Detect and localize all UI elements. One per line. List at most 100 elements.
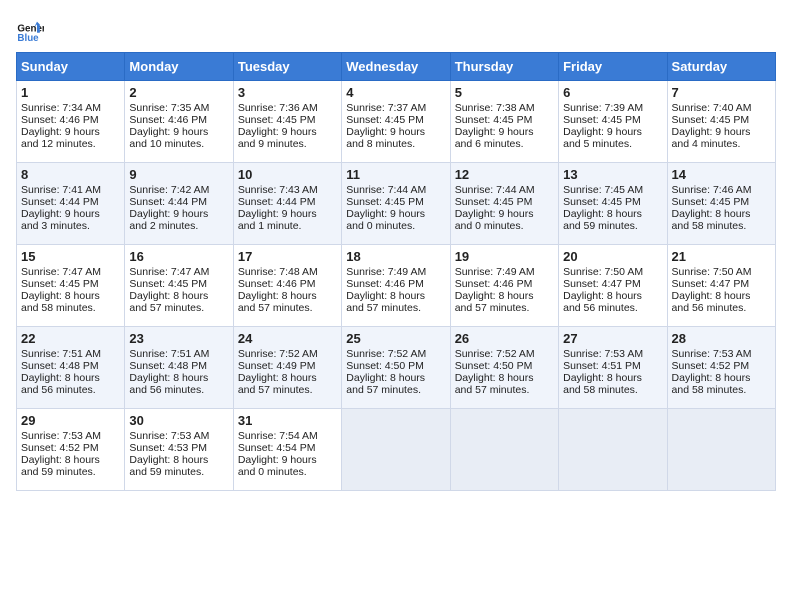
- day-info-line: and 57 minutes.: [238, 302, 337, 314]
- day-number: 23: [129, 331, 228, 346]
- day-number: 7: [672, 85, 771, 100]
- calendar-cell: 15Sunrise: 7:47 AMSunset: 4:45 PMDayligh…: [17, 245, 125, 327]
- calendar-body: 1Sunrise: 7:34 AMSunset: 4:46 PMDaylight…: [17, 81, 776, 491]
- day-info-line: Sunset: 4:51 PM: [563, 360, 662, 372]
- svg-text:Blue: Blue: [17, 33, 39, 44]
- day-info-line: Sunset: 4:45 PM: [455, 114, 554, 126]
- calendar-cell: 16 Sunrise: 7:47 AMSunset: 4:45 PMDayligh…: [125, 245, 233, 327]
- weekday-header-tuesday: Tuesday: [233, 53, 341, 81]
- day-number: 8: [21, 167, 120, 182]
- day-info-line: Daylight: 9 hours: [21, 126, 120, 138]
- day-info-line: Daylight: 8 hours: [238, 372, 337, 384]
- day-info-line: Daylight: 9 hours: [455, 126, 554, 138]
- calendar-cell: 29Sunrise: 7:53 AMSunset: 4:52 PMDayligh…: [17, 409, 125, 491]
- day-number: 28: [672, 331, 771, 346]
- day-info-line: Sunrise: 7:35 AM: [129, 102, 228, 114]
- day-info-line: Sunset: 4:45 PM: [129, 278, 228, 290]
- day-number: 13: [563, 167, 662, 182]
- calendar-cell: 27Sunrise: 7:53 AMSunset: 4:51 PMDayligh…: [559, 327, 667, 409]
- day-info-line: Daylight: 9 hours: [346, 208, 445, 220]
- day-info-line: Sunrise: 7:53 AM: [672, 348, 771, 360]
- day-number: 12: [455, 167, 554, 182]
- day-number: 31: [238, 413, 337, 428]
- day-info-line: and 6 minutes.: [455, 138, 554, 150]
- calendar-cell: 13Sunrise: 7:45 AMSunset: 4:45 PMDayligh…: [559, 163, 667, 245]
- day-number: 10: [238, 167, 337, 182]
- day-info-line: Sunrise: 7:50 AM: [563, 266, 662, 278]
- day-info-line: and 5 minutes.: [563, 138, 662, 150]
- day-info-line: and 58 minutes.: [21, 302, 120, 314]
- day-info-line: and 10 minutes.: [129, 138, 228, 150]
- day-info-line: Daylight: 9 hours: [238, 126, 337, 138]
- weekday-header-saturday: Saturday: [667, 53, 775, 81]
- day-info-line: Daylight: 8 hours: [672, 372, 771, 384]
- day-info-line: Daylight: 8 hours: [563, 208, 662, 220]
- day-info-line: Sunset: 4:45 PM: [346, 196, 445, 208]
- day-info-line: Sunrise: 7:40 AM: [672, 102, 771, 114]
- day-info-line: Sunrise: 7:34 AM: [21, 102, 120, 114]
- calendar-cell: 26Sunrise: 7:52 AMSunset: 4:50 PMDayligh…: [450, 327, 558, 409]
- calendar-cell: [342, 409, 450, 491]
- day-info-line: and 59 minutes.: [563, 220, 662, 232]
- calendar-cell: 30Sunrise: 7:53 AMSunset: 4:53 PMDayligh…: [125, 409, 233, 491]
- day-info-line: Sunset: 4:46 PM: [129, 114, 228, 126]
- day-info-line: and 56 minutes.: [672, 302, 771, 314]
- day-number: 5: [455, 85, 554, 100]
- day-number: 16: [129, 249, 228, 264]
- day-info-line: Sunset: 4:44 PM: [21, 196, 120, 208]
- calendar-week-4: 22Sunrise: 7:51 AMSunset: 4:48 PMDayligh…: [17, 327, 776, 409]
- day-info-line: Daylight: 9 hours: [563, 126, 662, 138]
- day-info-line: Daylight: 9 hours: [21, 208, 120, 220]
- day-info-line: and 58 minutes.: [563, 384, 662, 396]
- day-number: 3: [238, 85, 337, 100]
- day-info-line: Sunrise: 7:48 AM: [238, 266, 337, 278]
- day-info-line: Daylight: 8 hours: [238, 290, 337, 302]
- day-info-line: Sunset: 4:48 PM: [129, 360, 228, 372]
- day-info-line: Sunrise: 7:53 AM: [563, 348, 662, 360]
- day-number: 27: [563, 331, 662, 346]
- day-info-line: Sunrise: 7:47 AM: [129, 266, 228, 278]
- day-info-line: Daylight: 8 hours: [455, 290, 554, 302]
- day-info-line: Daylight: 8 hours: [129, 372, 228, 384]
- day-info-line: Sunset: 4:49 PM: [238, 360, 337, 372]
- day-number: 26: [455, 331, 554, 346]
- day-info-line: Sunset: 4:54 PM: [238, 442, 337, 454]
- day-info-line: Sunset: 4:45 PM: [21, 278, 120, 290]
- day-info-line: Sunset: 4:44 PM: [238, 196, 337, 208]
- day-info-line: Daylight: 9 hours: [238, 208, 337, 220]
- day-info-line: Sunset: 4:50 PM: [346, 360, 445, 372]
- calendar-cell: 7Sunrise: 7:40 AMSunset: 4:45 PMDaylight…: [667, 81, 775, 163]
- weekday-header-sunday: Sunday: [17, 53, 125, 81]
- weekday-header-friday: Friday: [559, 53, 667, 81]
- calendar-cell: 14Sunrise: 7:46 AMSunset: 4:45 PMDayligh…: [667, 163, 775, 245]
- calendar-cell: 17Sunrise: 7:48 AMSunset: 4:46 PMDayligh…: [233, 245, 341, 327]
- calendar-cell: [450, 409, 558, 491]
- day-info-line: Sunset: 4:53 PM: [129, 442, 228, 454]
- day-info-line: Daylight: 8 hours: [672, 290, 771, 302]
- page-container: General Blue SundayMondayTuesdayWednesda…: [0, 0, 792, 501]
- calendar-cell: [559, 409, 667, 491]
- day-info-line: and 57 minutes.: [346, 384, 445, 396]
- calendar-week-3: 15Sunrise: 7:47 AMSunset: 4:45 PMDayligh…: [17, 245, 776, 327]
- day-info-line: Sunset: 4:45 PM: [563, 196, 662, 208]
- calendar-cell: 19Sunrise: 7:49 AMSunset: 4:46 PMDayligh…: [450, 245, 558, 327]
- day-info-line: Sunrise: 7:52 AM: [346, 348, 445, 360]
- day-number: 18: [346, 249, 445, 264]
- day-info-line: Sunset: 4:47 PM: [672, 278, 771, 290]
- day-info-line: Sunset: 4:47 PM: [563, 278, 662, 290]
- day-info-line: Sunrise: 7:54 AM: [238, 430, 337, 442]
- day-info-line: Sunset: 4:45 PM: [238, 114, 337, 126]
- day-number: 14: [672, 167, 771, 182]
- calendar-cell: 23Sunrise: 7:51 AMSunset: 4:48 PMDayligh…: [125, 327, 233, 409]
- day-info-line: Sunset: 4:46 PM: [455, 278, 554, 290]
- day-info-line: Daylight: 8 hours: [129, 290, 228, 302]
- day-info-line: Sunrise: 7:42 AM: [129, 184, 228, 196]
- calendar-table: SundayMondayTuesdayWednesdayThursdayFrid…: [16, 52, 776, 491]
- day-info-line: Sunset: 4:52 PM: [672, 360, 771, 372]
- day-info-line: and 0 minutes.: [346, 220, 445, 232]
- day-info-line: and 3 minutes.: [21, 220, 120, 232]
- calendar-cell: 21Sunrise: 7:50 AMSunset: 4:47 PMDayligh…: [667, 245, 775, 327]
- day-number: 21: [672, 249, 771, 264]
- day-info-line: and 57 minutes.: [238, 384, 337, 396]
- day-info-line: and 8 minutes.: [346, 138, 445, 150]
